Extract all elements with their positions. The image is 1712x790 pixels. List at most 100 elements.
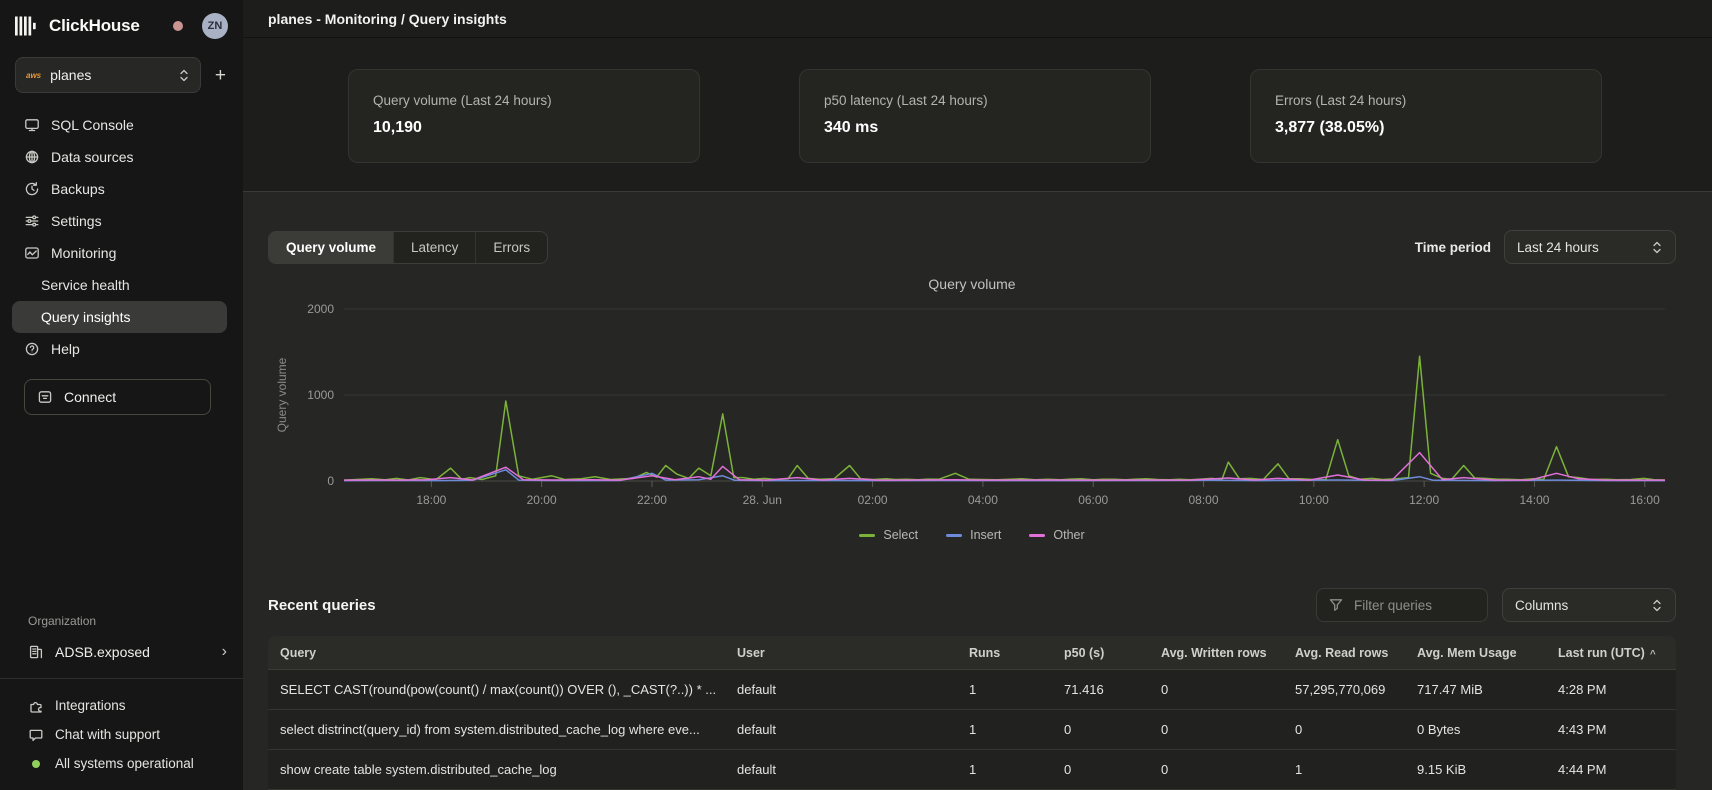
status-label: All systems operational <box>55 756 194 771</box>
table-cell: 0 <box>1161 722 1295 737</box>
table-cell: 9.15 KiB <box>1417 762 1558 777</box>
service-row: aws planes + <box>0 49 243 93</box>
chevron-right-icon: › <box>222 644 227 660</box>
content: Query volume Latency Errors Time period … <box>243 192 1712 790</box>
svg-text:22:00: 22:00 <box>637 493 667 507</box>
table-cell: 71.416 <box>1064 682 1161 697</box>
connect-icon <box>37 389 53 405</box>
sidebar-bottom: Organization ADSB.exposed › Integrations… <box>0 614 243 790</box>
sidebar-subitem-label: Query insights <box>41 309 130 325</box>
table-header-row: Query User Runs p50 (s) Avg. Written row… <box>268 636 1676 670</box>
column-header-query[interactable]: Query <box>268 646 737 660</box>
status-indicator[interactable]: All systems operational <box>0 749 243 778</box>
table-cell: 0 <box>1064 762 1161 777</box>
column-header-user[interactable]: User <box>737 646 969 660</box>
recent-queries-title: Recent queries <box>268 597 376 614</box>
stat-value: 340 ms <box>824 119 1150 137</box>
sidebar-item-query-insights[interactable]: Query insights <box>12 301 227 333</box>
table-cell: 0 <box>1161 682 1295 697</box>
recent-queries-table: Query User Runs p50 (s) Avg. Written row… <box>268 636 1676 790</box>
svg-text:18:00: 18:00 <box>416 493 446 507</box>
columns-select[interactable]: Columns <box>1502 588 1676 622</box>
table-cell: 4:28 PM <box>1558 682 1676 697</box>
filter-queries-input[interactable] <box>1352 597 1472 614</box>
column-header-avg-written[interactable]: Avg. Written rows <box>1161 646 1295 660</box>
notification-dot[interactable] <box>173 21 183 31</box>
table-row[interactable]: SELECT CAST(round(pow(count() / max(coun… <box>268 670 1676 710</box>
column-header-last-run[interactable]: Last run (UTC)^ <box>1558 646 1676 660</box>
table-cell: 4:44 PM <box>1558 762 1676 777</box>
sidebar-item-monitoring[interactable]: Monitoring <box>12 237 227 269</box>
table-cell: 0 <box>1295 722 1417 737</box>
help-circle-icon <box>24 341 40 357</box>
query-volume-chart: 01000200018:0020:0022:0028. Jun02:0004:0… <box>268 295 1676 517</box>
column-header-avg-read[interactable]: Avg. Read rows <box>1295 646 1417 660</box>
svg-text:08:00: 08:00 <box>1189 493 1219 507</box>
clickhouse-logo-icon <box>15 16 39 36</box>
legend-item-select[interactable]: Select <box>859 528 918 542</box>
svg-text:04:00: 04:00 <box>968 493 998 507</box>
sidebar-item-chat-support[interactable]: Chat with support <box>0 720 243 749</box>
chevron-up-down-icon <box>1651 598 1663 613</box>
main-area: planes - Monitoring / Query insights Que… <box>243 0 1712 790</box>
tab-latency[interactable]: Latency <box>394 232 476 263</box>
add-service-button[interactable]: + <box>213 64 228 87</box>
table-cell: 717.47 MiB <box>1417 682 1558 697</box>
user-avatar[interactable]: ZN <box>202 13 228 39</box>
svg-text:16:00: 16:00 <box>1630 493 1660 507</box>
chevron-up-down-icon <box>178 68 190 83</box>
time-period-control: Time period Last 24 hours <box>1415 230 1676 264</box>
sidebar-item-label: Backups <box>51 181 105 197</box>
sidebar-item-label: SQL Console <box>51 117 134 133</box>
legend-item-insert[interactable]: Insert <box>946 528 1001 542</box>
stat-label: Query volume (Last 24 hours) <box>373 93 699 108</box>
sidebar-item-data-sources[interactable]: Data sources <box>12 141 227 173</box>
sidebar-item-label: Monitoring <box>51 245 116 261</box>
sidebar-item-sql-console[interactable]: SQL Console <box>12 109 227 141</box>
stat-value: 3,877 (38.05%) <box>1275 119 1601 137</box>
svg-text:02:00: 02:00 <box>858 493 888 507</box>
svg-text:Query volume: Query volume <box>275 357 289 432</box>
table-cell: 0 <box>1064 722 1161 737</box>
connect-button[interactable]: Connect <box>24 379 211 415</box>
table-cell: 1 <box>1295 762 1417 777</box>
column-header-mem-usage[interactable]: Avg. Mem Usage <box>1417 646 1558 660</box>
tab-query-volume[interactable]: Query volume <box>269 232 394 263</box>
divider <box>0 678 243 679</box>
column-header-runs[interactable]: Runs <box>969 646 1064 660</box>
svg-text:2000: 2000 <box>307 302 334 316</box>
sidebar-item-integrations[interactable]: Integrations <box>0 691 243 720</box>
table-cell: 1 <box>969 682 1064 697</box>
legend-item-other[interactable]: Other <box>1029 528 1084 542</box>
table-cell: 4:43 PM <box>1558 722 1676 737</box>
sidebar-item-backups[interactable]: Backups <box>12 173 227 205</box>
organization-switcher[interactable]: ADSB.exposed › <box>0 638 243 666</box>
building-icon <box>28 644 44 660</box>
status-dot-icon <box>32 760 40 768</box>
sidebar-nav: SQL Console Data sources Backups Setting… <box>0 93 243 415</box>
sidebar-item-settings[interactable]: Settings <box>12 205 227 237</box>
sidebar-subitem-label: Service health <box>41 277 130 293</box>
table-cell: SELECT CAST(round(pow(count() / max(coun… <box>268 682 737 697</box>
chart-tabs: Query volume Latency Errors <box>268 231 548 264</box>
time-period-select[interactable]: Last 24 hours <box>1504 230 1676 264</box>
svg-text:10:00: 10:00 <box>1299 493 1329 507</box>
table-cell: 1 <box>969 762 1064 777</box>
sidebar-item-service-health[interactable]: Service health <box>12 269 227 301</box>
breadcrumb: planes - Monitoring / Query insights <box>268 11 507 27</box>
svg-text:20:00: 20:00 <box>527 493 557 507</box>
aws-icon: aws <box>26 71 41 80</box>
table-row[interactable]: select distrinct(query_id) from system.d… <box>268 710 1676 750</box>
stat-card-errors: Errors (Last 24 hours) 3,877 (38.05%) <box>1250 69 1602 163</box>
sidebar-item-help[interactable]: Help <box>12 333 227 365</box>
brand-name: ClickHouse <box>49 16 140 36</box>
stat-label: Errors (Last 24 hours) <box>1275 93 1601 108</box>
legend-label: Other <box>1053 528 1084 542</box>
filter-queries-box[interactable] <box>1316 588 1488 622</box>
tab-errors[interactable]: Errors <box>476 232 547 263</box>
table-row[interactable]: show create table system.distributed_cac… <box>268 750 1676 790</box>
svg-text:12:00: 12:00 <box>1409 493 1439 507</box>
service-selector[interactable]: aws planes <box>15 57 201 93</box>
column-header-p50[interactable]: p50 (s) <box>1064 646 1161 660</box>
monitoring-chart-icon <box>24 245 40 261</box>
